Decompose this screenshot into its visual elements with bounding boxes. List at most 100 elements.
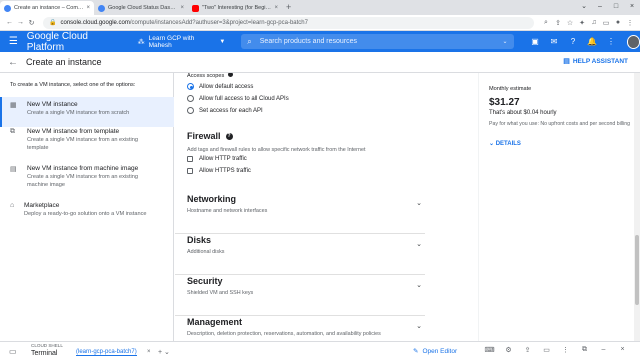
extensions-icon[interactable]: ✦ <box>576 19 588 27</box>
maximize-icon[interactable]: □ <box>608 0 624 14</box>
browser-tab-bar: Create an instance – Compute E × Google … <box>0 0 640 15</box>
project-selector[interactable]: ⁂ Learn GCP with Mahesh ▼ <box>138 35 226 49</box>
browser-menu-icon[interactable]: ⋮ <box>624 19 636 27</box>
close-tab-icon[interactable]: × <box>274 5 278 11</box>
radio-button[interactable] <box>187 83 194 90</box>
chevron-down-icon[interactable]: ⌄ <box>502 38 507 45</box>
avatar[interactable] <box>626 34 640 49</box>
firewall-heading: Firewall ? <box>187 131 233 141</box>
window-controls: ⌄ – □ × <box>576 0 640 14</box>
open-new-window-icon[interactable]: ⧉ <box>575 346 594 354</box>
settings-icon[interactable]: ⚙ <box>499 346 518 354</box>
section-security[interactable]: Security Shielded VM and SSH keys ⌄ <box>175 276 425 316</box>
hamburger-menu-icon[interactable]: ☰ <box>0 36 27 47</box>
minimize-icon[interactable]: – <box>594 346 613 354</box>
chevron-down-icon[interactable]: ⌄ <box>416 281 422 289</box>
notifications-icon[interactable]: 🔔 <box>583 37 602 46</box>
caret-down-icon: ▼ <box>219 38 226 45</box>
more-vert-icon[interactable]: ⋮ <box>602 37 621 46</box>
chevron-down-icon[interactable]: ⌄ <box>576 0 592 14</box>
search-input[interactable]: Search products and resources <box>260 38 503 45</box>
media-icon[interactable]: ♫ <box>588 19 600 26</box>
options-intro: To create a VM instance, select one of t… <box>10 82 136 88</box>
close-icon[interactable]: × <box>613 346 632 354</box>
section-management[interactable]: Management Description, deletion protect… <box>175 317 425 341</box>
terminal-icon: ▭ <box>9 347 17 356</box>
close-tab-icon[interactable]: × <box>86 5 90 11</box>
shell-session-tab[interactable]: (learn-gcp-pca-batch7) <box>76 349 137 356</box>
open-editor-label: Open Editor <box>422 347 458 355</box>
checkbox-label: Allow HTTPS traffic <box>199 168 251 174</box>
estimate-price: $31.27 <box>489 97 520 108</box>
section-title: Disks <box>187 235 212 245</box>
back-arrow-icon[interactable]: ← <box>0 57 26 68</box>
radio-full-access[interactable]: Allow full access to all Cloud APIs <box>187 95 289 102</box>
option-marketplace[interactable]: ⌂ Marketplace Deploy a ready-to-go solut… <box>0 198 174 228</box>
sidebar-icon[interactable]: ▭ <box>600 19 612 27</box>
tab-title: "Two" Interesting (for Beginners <box>202 5 273 11</box>
browser-tab-create-instance[interactable]: Create an instance – Compute E × <box>0 1 94 15</box>
radio-label: Allow full access to all Cloud APIs <box>199 95 289 102</box>
keyboard-icon[interactable]: ⌨ <box>480 346 499 354</box>
cloud-shell-icon[interactable]: ▣ <box>526 37 545 46</box>
help-icon[interactable]: ? <box>225 132 233 140</box>
scrollbar[interactable] <box>634 73 640 341</box>
url-field[interactable]: 🔒 console.cloud.google.com /compute/inst… <box>43 16 534 29</box>
more-vert-icon[interactable]: ⋮ <box>556 346 575 354</box>
gcp-favicon-icon <box>4 4 11 12</box>
radio-button[interactable] <box>187 107 194 114</box>
url-path: /compute/instancesAdd?authuser=3&project… <box>129 19 308 26</box>
web-preview-icon[interactable]: ▭ <box>537 346 556 354</box>
monthly-estimate-panel: Monthly estimate $31.27 That's about $0.… <box>478 73 640 341</box>
radio-button[interactable] <box>187 95 194 102</box>
chevron-down-icon[interactable]: ⌄ <box>416 199 422 207</box>
checkbox-allow-http[interactable]: Allow HTTP traffic <box>187 156 247 162</box>
help-icon[interactable] <box>227 73 233 77</box>
profile-icon[interactable]: ● <box>612 19 624 26</box>
option-new-vm[interactable]: ▦ New VM instance Create a single VM ins… <box>0 97 174 127</box>
browser-tab-status-dashboard[interactable]: Google Cloud Status Dashboard × <box>94 1 188 15</box>
checkbox-allow-https[interactable]: Allow HTTPS traffic <box>187 168 251 174</box>
project-icon: ⁂ <box>137 38 145 46</box>
close-tab-icon[interactable]: × <box>147 349 151 355</box>
close-tab-icon[interactable]: × <box>180 5 184 11</box>
help-assistant-button[interactable]: ▤ HELP ASSISTANT <box>563 57 628 66</box>
bookmark-star-icon[interactable]: ☆ <box>564 19 576 27</box>
radio-per-api-access[interactable]: Set access for each API <box>187 107 263 114</box>
radio-default-access[interactable]: Allow default access <box>187 83 253 90</box>
checkbox[interactable] <box>187 156 193 162</box>
new-tab-icon[interactable]: + <box>286 1 291 15</box>
chevron-down-icon[interactable]: ⌄ <box>416 322 422 330</box>
upload-icon[interactable]: ⇪ <box>518 346 537 354</box>
option-new-vm-machine-image[interactable]: ▤ New VM instance from machine image Cre… <box>0 161 174 195</box>
browser-tab-youtube[interactable]: "Two" Interesting (for Beginners × <box>188 1 282 15</box>
close-window-icon[interactable]: × <box>624 0 640 14</box>
create-options-panel: To create a VM instance, select one of t… <box>0 73 174 341</box>
page-title: Create an instance <box>26 57 102 67</box>
section-disks[interactable]: Disks Additional disks ⌄ <box>175 235 425 275</box>
option-new-vm-template[interactable]: ⧉ New VM instance from template Create a… <box>0 124 174 158</box>
zoom-icon[interactable]: ⌕ <box>540 19 552 27</box>
chat-icon[interactable]: ✉ <box>545 37 564 46</box>
section-networking[interactable]: Networking Hostname and network interfac… <box>175 194 425 234</box>
scrollbar-thumb[interactable] <box>635 235 639 305</box>
search-bar[interactable]: ⌕ Search products and resources ⌄ <box>241 34 514 49</box>
instance-form: Access scopes Allow default access Allow… <box>175 73 478 341</box>
search-icon: ⌕ <box>247 36 252 46</box>
project-name: Learn GCP with Mahesh <box>148 34 195 49</box>
share-icon[interactable]: ⇪ <box>552 19 564 27</box>
forward-arrow-icon[interactable]: → <box>15 19 26 26</box>
pencil-icon: ✎ <box>413 348 419 355</box>
gcp-brand[interactable]: Google Cloud Platform <box>27 31 124 53</box>
help-icon[interactable]: ? <box>564 37 583 46</box>
back-arrow-icon[interactable]: ← <box>4 19 15 26</box>
chevron-down-icon[interactable]: ⌄ <box>416 240 422 248</box>
open-editor-button[interactable]: ✎ Open Editor <box>413 347 458 356</box>
shell-toolbar: ⌨ ⚙ ⇪ ▭ ⋮ ⧉ – × <box>480 346 632 354</box>
checkbox[interactable] <box>187 168 193 174</box>
add-session-icon[interactable]: + ⌄ <box>158 348 170 356</box>
minimize-icon[interactable]: – <box>592 0 608 14</box>
reload-icon[interactable]: ↻ <box>26 19 37 27</box>
details-toggle[interactable]: ⌄ DETAILS <box>489 140 521 147</box>
section-desc: Additional disks <box>187 249 225 255</box>
